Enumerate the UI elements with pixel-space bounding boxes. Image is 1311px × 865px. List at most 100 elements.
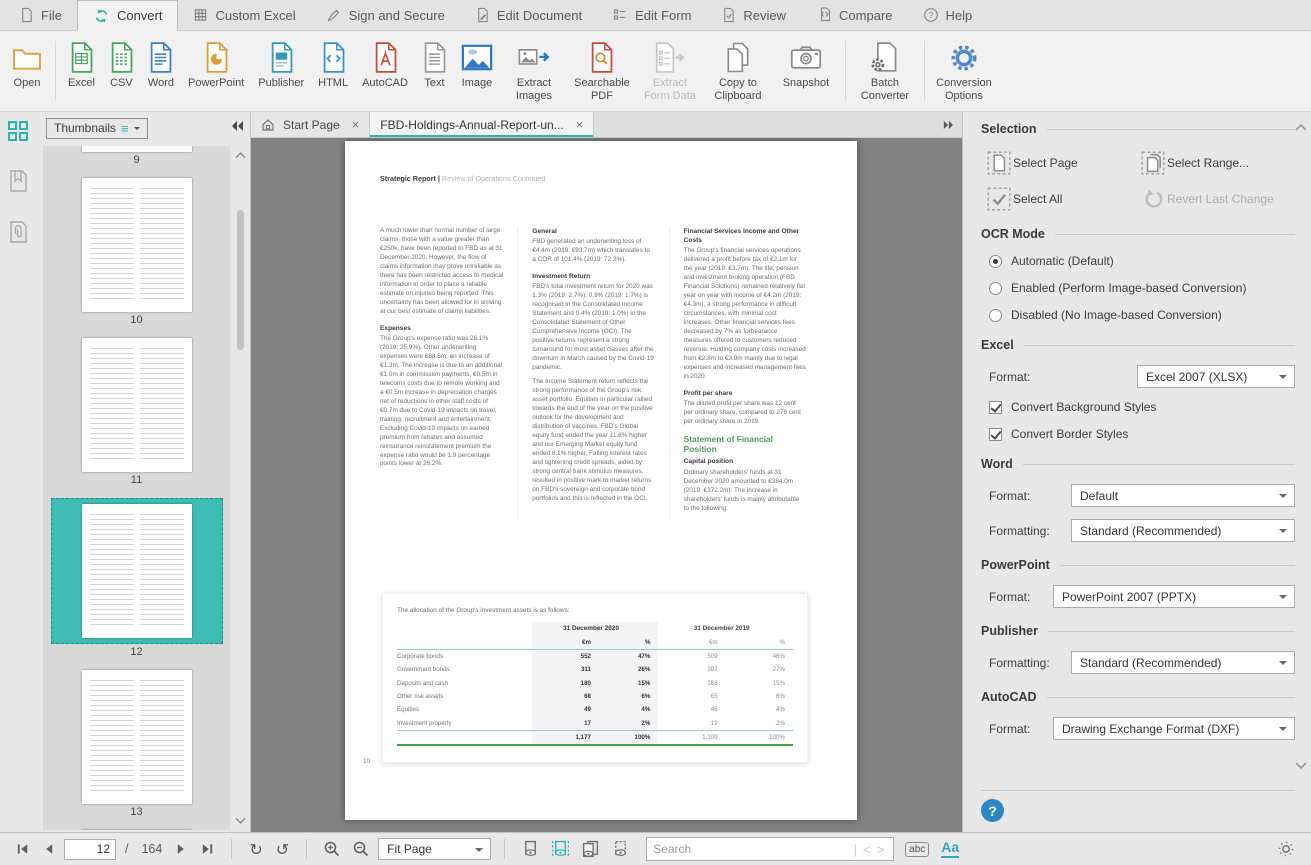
table-caption: The allocation of the Group's investment… (397, 607, 793, 614)
match-case-button[interactable]: Aa (941, 840, 959, 857)
publisher-file-icon (269, 41, 294, 74)
tab-start-page[interactable]: Start Page × (251, 112, 370, 137)
open-button[interactable]: Open (4, 31, 50, 111)
close-icon[interactable]: × (576, 117, 584, 132)
paragraph: The Group's financial services operation… (684, 247, 806, 382)
thumbnail-page-13[interactable]: 13 (43, 670, 230, 820)
scrollbar-thumb[interactable] (237, 210, 244, 350)
publisher-formatting-dropdown[interactable]: Standard (Recommended) (1071, 651, 1295, 674)
rotate-clockwise-icon[interactable]: ↻ (245, 840, 266, 859)
word-format-dropdown[interactable]: Default (1071, 484, 1295, 507)
checkbox-checked-icon[interactable] (989, 401, 1002, 414)
convert-background-styles-checkbox[interactable]: Convert Background Styles (989, 400, 1295, 414)
revert-last-change-button[interactable]: Revert Last Change (1141, 187, 1295, 211)
powerpoint-format-field: Format: PowerPoint 2007 (PPTX) (989, 585, 1295, 608)
excel-button[interactable]: Excel (61, 31, 102, 111)
ribbon-tab-sign-and-secure[interactable]: Sign and Secure (311, 0, 460, 30)
thumbnail-list: 9 10 11 12 13 (43, 146, 230, 830)
thumbnail-page-12-selected[interactable]: 12 (43, 498, 230, 660)
zoom-out-button[interactable] (349, 840, 373, 858)
excel-format-dropdown[interactable]: Excel 2007 (XLSX) (1137, 365, 1295, 388)
thumbnail-page-9[interactable]: 9 (43, 146, 230, 168)
previous-page-button[interactable] (38, 842, 59, 856)
thumbnail-page-11[interactable]: 11 (43, 338, 230, 488)
column-header: % (726, 635, 793, 649)
panel-scroll-down-icon[interactable] (1295, 757, 1307, 775)
radio-selected-icon[interactable] (989, 255, 1002, 268)
bookmarks-icon[interactable] (8, 169, 28, 198)
collapse-panel-button[interactable] (230, 119, 244, 137)
close-icon[interactable]: × (352, 117, 360, 132)
extract-images-button[interactable]: Extract Images (500, 31, 568, 111)
conversion-options-button[interactable]: Conversion Options (930, 31, 998, 111)
last-page-button[interactable] (197, 842, 218, 856)
ribbon-tab-review[interactable]: Review (706, 0, 801, 30)
select-range-button[interactable]: Select Range... (1141, 151, 1295, 175)
batch-converter-button[interactable]: Batch Converter (851, 31, 919, 111)
text-button[interactable]: Text (415, 31, 454, 111)
ribbon-tab-edit-document[interactable]: Edit Document (460, 0, 597, 30)
chevron-down-icon (134, 127, 140, 133)
ribbon-tab-custom-excel[interactable]: Custom Excel (178, 0, 310, 30)
first-page-button[interactable] (12, 842, 33, 856)
publisher-button[interactable]: Publisher (251, 31, 311, 111)
word-formatting-dropdown[interactable]: Standard (Recommended) (1071, 519, 1295, 542)
ribbon-tab-compare[interactable]: Compare (801, 0, 907, 30)
thumbnails-grid-icon[interactable] (7, 120, 29, 147)
ocr-option-disabled[interactable]: Disabled (No Image-based Conversion) (989, 308, 1295, 322)
single-page-view-button[interactable] (518, 840, 543, 859)
autocad-format-dropdown[interactable]: Drawing Exchange Format (DXF) (1053, 717, 1295, 740)
select-all-button[interactable]: Select All (987, 187, 1141, 211)
convert-border-styles-checkbox[interactable]: Convert Border Styles (989, 427, 1295, 441)
ribbon-tab-help[interactable]: ? Help (908, 0, 988, 30)
thumbnails-menu-button[interactable]: Thumbnails ≡ (46, 118, 148, 139)
checkbox-checked-icon[interactable] (989, 428, 1002, 441)
snapshot-button[interactable]: Snapshot (772, 31, 840, 111)
powerpoint-button[interactable]: PowerPoint (181, 31, 251, 111)
search-previous-icon[interactable]: < (860, 842, 874, 857)
continuous-facing-view-button[interactable] (608, 840, 633, 859)
radio-icon[interactable] (989, 282, 1002, 295)
thumbnail-page-number: 11 (131, 472, 142, 488)
document-viewport[interactable]: Strategic Report | Review of Operations … (251, 138, 962, 832)
scroll-up-icon[interactable] (234, 146, 247, 164)
copy-to-clipboard-button[interactable]: Copy to Clipboard (704, 31, 772, 111)
ocr-option-automatic[interactable]: Automatic (Default) (989, 254, 1295, 268)
image-button[interactable]: Image (454, 31, 500, 111)
ocr-option-enabled[interactable]: Enabled (Perform Image-based Conversion) (989, 281, 1295, 295)
powerpoint-format-dropdown[interactable]: PowerPoint 2007 (PPTX) (1053, 585, 1295, 608)
searchable-pdf-icon (589, 41, 614, 74)
extract-form-data-button[interactable]: Extract Form Data (636, 31, 704, 111)
attachments-icon[interactable] (8, 220, 28, 249)
rotate-counterclockwise-icon[interactable]: ↺ (272, 840, 293, 859)
ribbon-tab-convert[interactable]: Convert (77, 0, 179, 31)
search-input[interactable] (653, 842, 850, 856)
csv-button[interactable]: CSV (102, 31, 141, 111)
ribbon-tab-file[interactable]: File (4, 0, 77, 30)
thumbnail-page-10[interactable]: 10 (43, 178, 230, 328)
match-whole-word-button[interactable]: abc (905, 842, 929, 857)
autocad-button[interactable]: AutoCAD (355, 31, 415, 111)
searchable-pdf-button[interactable]: Searchable PDF (568, 31, 636, 111)
facing-pages-view-button[interactable] (578, 840, 603, 859)
continuous-view-button-active[interactable] (548, 840, 573, 859)
svg-text:?: ? (928, 10, 933, 20)
thumbnail-scrollbar[interactable] (234, 146, 247, 830)
zoom-mode-dropdown[interactable]: Fit Page (378, 838, 491, 860)
select-page-button[interactable]: Select Page (987, 151, 1141, 175)
zoom-in-button[interactable] (320, 840, 344, 858)
tab-label: Start Page (283, 118, 340, 132)
search-next-icon[interactable]: > (874, 842, 888, 857)
scroll-down-icon[interactable] (234, 812, 247, 830)
panel-scroll-up-icon[interactable] (1295, 118, 1307, 136)
tab-fbd-document[interactable]: FBD-Holdings-Annual-Report-un... × (370, 112, 594, 137)
tab-overflow-button[interactable] (934, 112, 962, 137)
html-button[interactable]: HTML (311, 31, 355, 111)
help-icon[interactable]: ? (981, 799, 1004, 822)
next-page-button[interactable] (171, 842, 192, 856)
word-button[interactable]: Word (141, 31, 181, 111)
radio-icon[interactable] (989, 309, 1002, 322)
page-number-input[interactable] (64, 839, 116, 860)
brightness-icon[interactable] (1273, 839, 1299, 859)
ribbon-tab-edit-form[interactable]: Edit Form (597, 0, 706, 30)
